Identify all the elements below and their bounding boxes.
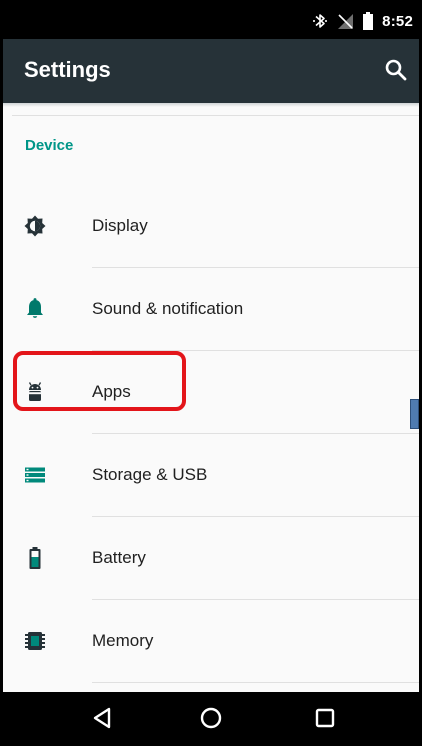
settings-item-label: Battery (92, 548, 146, 567)
back-button[interactable] (88, 703, 118, 733)
settings-item-display[interactable]: Display (3, 185, 419, 268)
status-icons: 8:52 (312, 3, 413, 39)
back-icon (93, 707, 111, 729)
recents-icon (315, 708, 335, 728)
battery-icon (363, 12, 374, 30)
storage-icon (23, 463, 47, 487)
divider (12, 115, 419, 116)
settings-item-memory[interactable]: Memory (3, 600, 419, 683)
section-header-device: Device (25, 137, 74, 154)
settings-item-sound-notification[interactable]: Sound & notification (3, 268, 419, 351)
status-time: 8:52 (382, 12, 413, 30)
divider (92, 682, 419, 683)
settings-item-label: Sound & notification (92, 299, 244, 318)
status-bar: 8:52 (3, 3, 419, 39)
recents-button[interactable] (310, 703, 340, 733)
settings-list[interactable]: Device Display Sound & notification Apps… (3, 107, 419, 692)
settings-item-label: Display (92, 216, 148, 235)
settings-item-label: Storage & USB (92, 465, 208, 484)
bluetooth-icon (312, 12, 328, 30)
bell-icon (23, 297, 47, 321)
apps-highlight-box (13, 351, 186, 411)
settings-item-storage-usb[interactable]: Storage & USB (3, 434, 419, 517)
floating-scroll-tab[interactable] (410, 399, 419, 429)
settings-item-battery[interactable]: Battery (3, 517, 419, 600)
home-button[interactable] (196, 703, 226, 733)
memory-chip-icon (23, 629, 47, 653)
navigation-bar (3, 692, 419, 743)
page-title: Settings (24, 57, 111, 82)
no-signal-icon (337, 13, 354, 30)
battery-icon (23, 546, 47, 570)
phone-screen: 8:52 Settings Device Display Sound & not… (0, 0, 422, 746)
home-icon (200, 707, 222, 729)
settings-item-label: Memory (92, 631, 154, 650)
search-button[interactable] (381, 55, 411, 85)
search-icon (385, 59, 407, 81)
brightness-icon (23, 214, 47, 238)
app-bar: Settings (3, 39, 419, 103)
